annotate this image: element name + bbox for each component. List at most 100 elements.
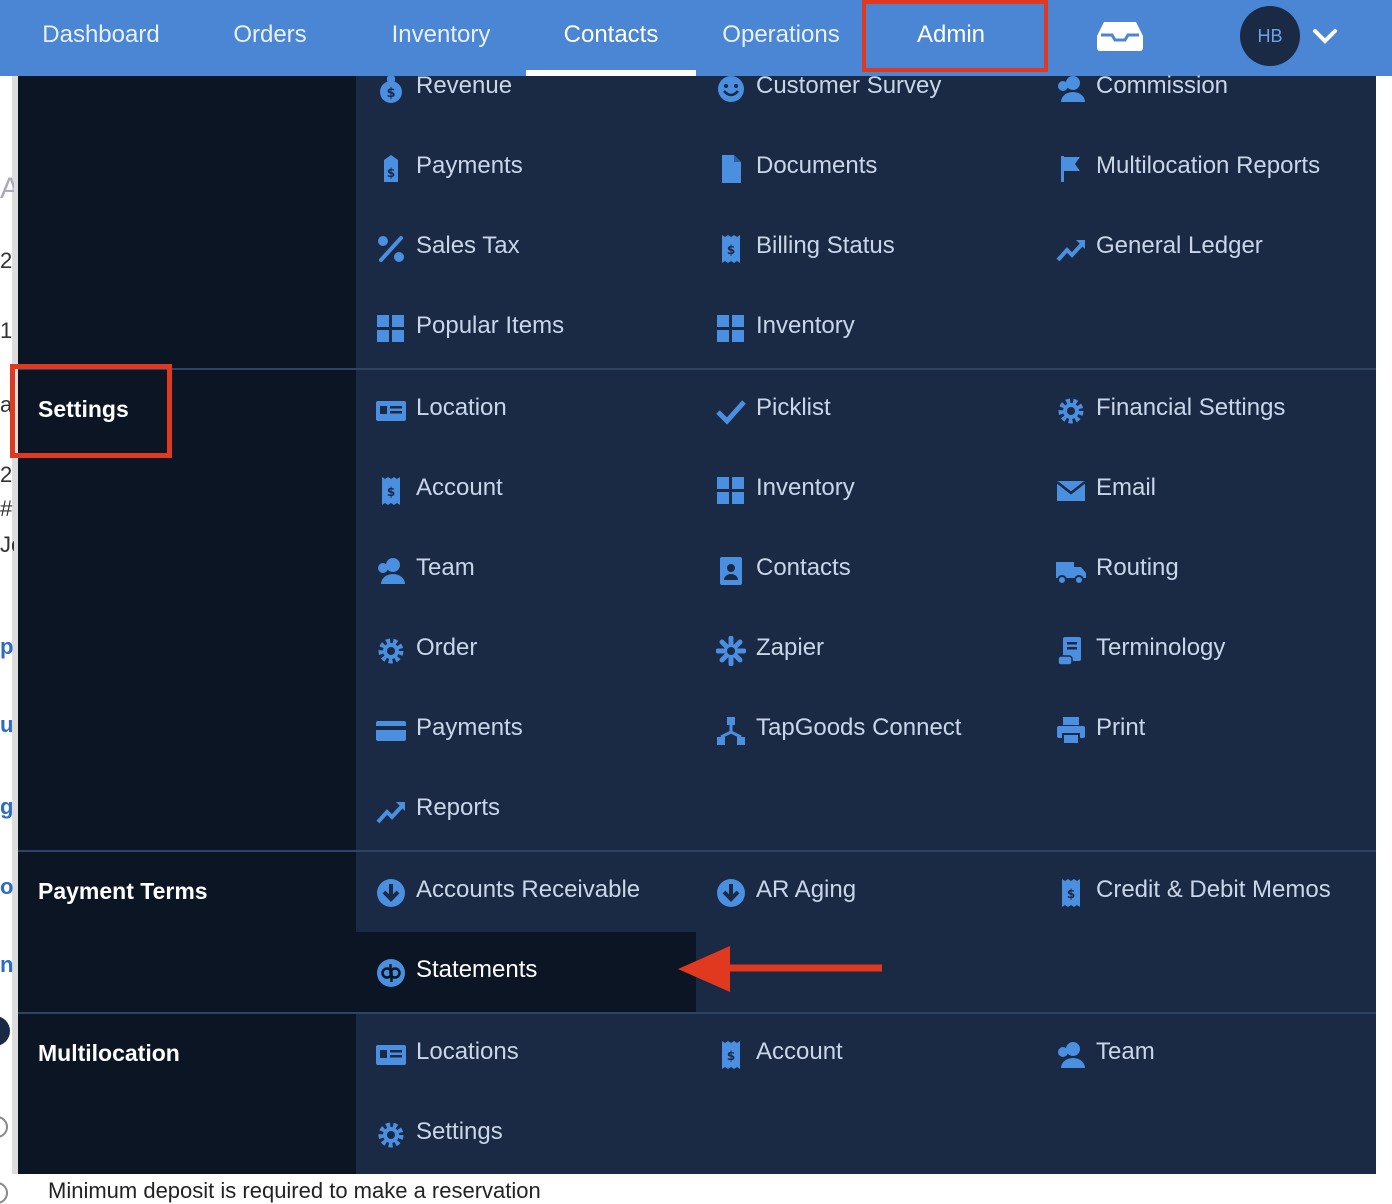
menu-item-order[interactable]: Order xyxy=(356,610,696,690)
printer-icon xyxy=(1057,717,1085,745)
menu-item-label: Reports xyxy=(416,794,501,821)
menu-item-general-ledger[interactable]: General Ledger xyxy=(1036,208,1376,288)
menu-item-tapgoods-connect[interactable]: TapGoods Connect xyxy=(696,690,1036,770)
check-icon xyxy=(716,400,746,425)
menu-item-statements[interactable]: Statements xyxy=(356,932,696,1012)
menu-item-label: Inventory xyxy=(756,312,855,339)
svg-text:$: $ xyxy=(727,243,735,257)
menu-item-email[interactable]: Email xyxy=(1036,450,1376,530)
svg-text:$: $ xyxy=(386,86,395,101)
menu-item-inventory-report[interactable]: Inventory xyxy=(696,288,1036,368)
bg-radio[interactable] xyxy=(0,1116,8,1138)
menu-item-label: Order xyxy=(416,634,478,661)
bg-fragment: p xyxy=(0,634,14,659)
arrow-down-circle-icon xyxy=(377,879,405,907)
scroll-icon xyxy=(1057,637,1081,666)
menu-item-label: TapGoods Connect xyxy=(756,714,962,741)
chevron-down-icon[interactable] xyxy=(1312,24,1338,48)
menu-item-team[interactable]: Team xyxy=(356,530,696,610)
menu-item-contacts[interactable]: Contacts xyxy=(696,530,1036,610)
menu-item-label: Payments xyxy=(416,714,523,741)
menu-item-sales-tax[interactable]: Sales Tax xyxy=(356,208,696,288)
nav-orders[interactable]: Orders xyxy=(210,0,330,70)
menu-item-billing-status[interactable]: $ Billing Status xyxy=(696,208,1036,288)
menu-item-label: General Ledger xyxy=(1096,232,1263,259)
bg-fragment: n xyxy=(0,952,14,977)
menu-item-location[interactable]: Location xyxy=(356,370,696,450)
grid-icon xyxy=(717,315,744,342)
menu-item-payments-report[interactable]: $ Payments xyxy=(356,128,696,208)
menu-item-ml-team[interactable]: Team xyxy=(1036,1014,1376,1094)
menu-item-ar-aging[interactable]: AR Aging xyxy=(696,852,1036,932)
menu-item-locations[interactable]: Locations xyxy=(356,1014,696,1094)
menu-item-reports-settings[interactable]: Reports xyxy=(356,770,696,850)
menu-item-popular-items[interactable]: Popular Items xyxy=(356,288,696,368)
section-label-column xyxy=(18,852,356,1012)
menu-item-ml-account[interactable]: $ Account xyxy=(696,1014,1036,1094)
settings-section: Settings Location Picklist Financial Set… xyxy=(18,370,1376,852)
menu-item-label: Contacts xyxy=(756,554,851,581)
menu-item-label: Account xyxy=(416,474,503,501)
menu-item-label: Financial Settings xyxy=(1096,394,1286,421)
price-tag-icon: $ xyxy=(384,155,398,182)
menu-item-label: Documents xyxy=(756,152,878,179)
menu-item-zapier[interactable]: Zapier xyxy=(696,610,1036,690)
menu-item-customer-survey[interactable]: Customer Survey xyxy=(696,48,1036,128)
bg-radio[interactable] xyxy=(0,1182,8,1204)
menu-item-label: Print xyxy=(1096,714,1146,741)
menu-item-label: Picklist xyxy=(756,394,831,421)
menu-item-inventory-settings[interactable]: Inventory xyxy=(696,450,1036,530)
bg-fragment: 2 xyxy=(0,462,13,487)
red-arrow-annotation xyxy=(678,946,882,992)
admin-dropdown-menu: $ Revenue Customer Survey Commission $ P… xyxy=(18,72,1376,1174)
menu-item-credit-debit-memos[interactable]: $ Credit & Debit Memos xyxy=(1036,852,1376,932)
percent-icon xyxy=(378,236,404,262)
section-label-multilocation: Multilocation xyxy=(38,1040,180,1066)
section-label-column xyxy=(18,1014,356,1174)
menu-item-routing[interactable]: Routing xyxy=(1036,530,1376,610)
menu-item-picklist[interactable]: Picklist xyxy=(696,370,1036,450)
menu-item-label: Zapier xyxy=(756,634,825,661)
svg-text:$: $ xyxy=(727,1049,735,1063)
users-icon xyxy=(378,558,405,584)
menu-item-label: Multilocation Reports xyxy=(1096,152,1321,179)
menu-item-label: Team xyxy=(1096,1038,1155,1065)
nav-dashboard[interactable]: Dashboard xyxy=(30,0,172,70)
menu-item-label: Inventory xyxy=(756,474,855,501)
trend-up-icon xyxy=(376,802,405,824)
menu-item-documents[interactable]: Documents xyxy=(696,128,1036,208)
receipt-icon: $ xyxy=(382,477,400,505)
bg-fragment: 1 xyxy=(0,318,13,343)
svg-text:$: $ xyxy=(1067,887,1075,901)
menu-item-revenue[interactable]: $ Revenue xyxy=(356,48,696,128)
menu-item-label: Routing xyxy=(1096,554,1179,581)
flag-icon xyxy=(1061,156,1080,182)
svg-text:$: $ xyxy=(387,485,395,499)
reports-section: $ Revenue Customer Survey Commission $ P… xyxy=(18,72,1376,370)
menu-item-payments-settings[interactable]: Payments xyxy=(356,690,696,770)
users-icon xyxy=(1058,76,1085,102)
menu-item-label: Settings xyxy=(416,1118,503,1145)
multilocation-section: Multilocation Locations $ Account Team S… xyxy=(18,1014,1376,1174)
money-bag-icon: $ xyxy=(380,76,402,103)
menu-item-label: Statements xyxy=(416,956,538,983)
menu-item-ml-settings[interactable]: Settings xyxy=(356,1094,696,1174)
menu-item-commission[interactable]: Commission xyxy=(1036,48,1376,128)
bg-fragment: 2 xyxy=(0,248,13,273)
envelope-icon xyxy=(1056,481,1086,501)
menu-item-label: AR Aging xyxy=(756,876,857,903)
section-label-payment-terms: Payment Terms xyxy=(38,878,208,904)
receipt-icon: $ xyxy=(1062,879,1080,907)
menu-item-label: Sales Tax xyxy=(416,232,520,259)
menu-item-financial-settings[interactable]: Financial Settings xyxy=(1036,370,1376,450)
menu-item-label: Accounts Receivable xyxy=(416,876,641,903)
grid-icon xyxy=(717,477,744,504)
menu-item-account[interactable]: $ Account xyxy=(356,450,696,530)
receipt-icon: $ xyxy=(722,1041,740,1069)
menu-item-label: Locations xyxy=(416,1038,519,1065)
menu-item-terminology[interactable]: Terminology xyxy=(1036,610,1376,690)
menu-item-multilocation-reports[interactable]: Multilocation Reports xyxy=(1036,128,1376,208)
menu-item-accounts-receivable[interactable]: Accounts Receivable xyxy=(356,852,696,932)
bg-avatar xyxy=(0,1016,10,1046)
menu-item-print[interactable]: Print xyxy=(1036,690,1376,770)
